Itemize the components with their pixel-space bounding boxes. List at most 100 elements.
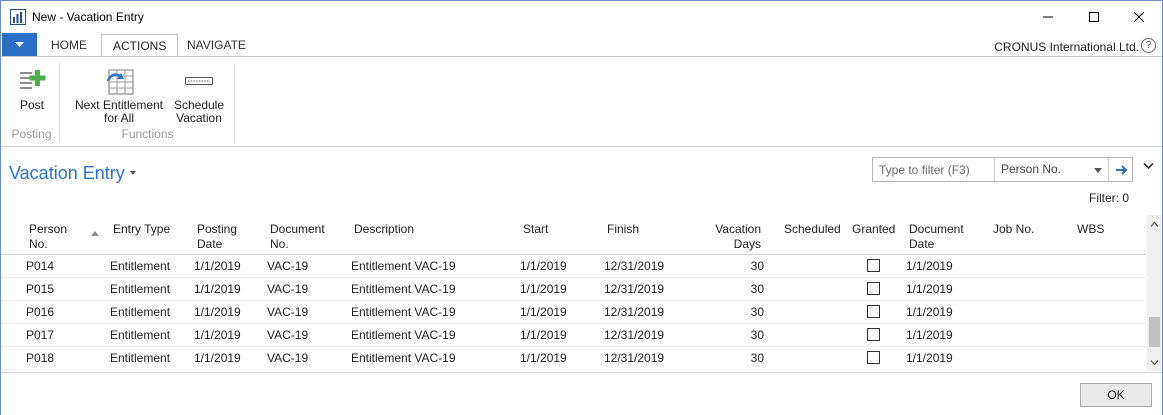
cell-posting-date: 1/1/2019 — [194, 328, 241, 342]
ribbon-tab-row: HOME ACTIONS NAVIGATE CRONUS Internation… — [1, 33, 1162, 57]
collapse-chevron-icon[interactable] — [1143, 162, 1154, 170]
cell-person-no: P014 — [26, 259, 55, 273]
dropdown-arrow-icon — [15, 41, 24, 47]
cell-entry-type: Entitlement — [110, 328, 171, 342]
cell-document-no: VAC-19 — [267, 259, 309, 273]
filter-field-select[interactable]: Person No. — [996, 158, 1109, 181]
col-header-finish[interactable]: Finish — [607, 222, 639, 237]
filter-field-value: Person No. — [1001, 162, 1062, 176]
cell-description: Entitlement VAC-19 — [351, 305, 456, 319]
granted-checkbox[interactable] — [867, 328, 880, 341]
maximize-button[interactable] — [1071, 1, 1117, 32]
cell-document-date: 1/1/2019 — [906, 282, 953, 296]
application-menu-button[interactable] — [2, 33, 37, 56]
sort-ascending-icon — [91, 231, 99, 236]
cell-document-no: VAC-19 — [267, 305, 309, 319]
filter-count: Filter: 0 — [1088, 191, 1129, 205]
col-header-vacation-days[interactable]: Vacation Days — [707, 222, 761, 252]
col-header-wbs[interactable]: WBS — [1077, 222, 1104, 237]
table-row[interactable]: P017 Entitlement 1/1/2019 VAC-19 Entitle… — [1, 324, 1146, 347]
cell-document-date: 1/1/2019 — [906, 351, 953, 365]
ribbon-group-functions: Next Entitlement for All Schedule Vacati… — [61, 63, 235, 143]
cell-entry-type: Entitlement — [110, 259, 171, 273]
post-icon — [20, 70, 46, 89]
ok-button[interactable]: OK — [1080, 383, 1152, 407]
scroll-up-icon[interactable] — [1147, 217, 1162, 232]
cell-start: 1/1/2019 — [520, 351, 567, 365]
window-title: New - Vacation Entry — [32, 10, 144, 24]
next-entitlement-button[interactable]: Next Entitlement for All — [67, 63, 171, 125]
cell-finish: 12/31/2019 — [604, 351, 665, 365]
cell-posting-date: 1/1/2019 — [194, 351, 241, 365]
page-title[interactable]: Vacation Entry — [9, 163, 125, 184]
granted-checkbox[interactable] — [867, 351, 880, 364]
cell-finish: 12/31/2019 — [604, 305, 665, 319]
col-header-description[interactable]: Description — [354, 222, 414, 237]
granted-checkbox[interactable] — [867, 305, 880, 318]
schedule-vacation-button[interactable]: Schedule Vacation — [171, 63, 227, 125]
granted-checkbox[interactable] — [867, 282, 880, 295]
cell-entry-type: Entitlement — [110, 351, 171, 365]
maximize-icon — [1089, 11, 1099, 22]
cell-vacation-days: 30 — [750, 328, 764, 342]
cell-document-date: 1/1/2019 — [906, 328, 953, 342]
next-entitlement-icon — [106, 69, 134, 95]
filter-input[interactable] — [873, 158, 995, 181]
apply-filter-button[interactable] — [1110, 158, 1133, 181]
tab-navigate[interactable]: NAVIGATE — [176, 34, 257, 57]
page-title-dropdown-icon[interactable] — [130, 171, 136, 175]
cell-document-no: VAC-19 — [267, 328, 309, 342]
cell-document-no: VAC-19 — [267, 282, 309, 296]
cell-document-date: 1/1/2019 — [906, 259, 953, 273]
cell-entry-type: Entitlement — [110, 282, 171, 296]
close-button[interactable] — [1116, 1, 1162, 32]
vacation-entry-grid: Person No. Entry Type Posting Date Docum… — [1, 215, 1146, 371]
cell-vacation-days: 30 — [750, 282, 764, 296]
grid-vertical-scrollbar[interactable] — [1147, 215, 1162, 371]
tab-home[interactable]: HOME — [40, 34, 98, 57]
cell-posting-date: 1/1/2019 — [194, 282, 241, 296]
minimize-icon — [1043, 16, 1053, 17]
cell-vacation-days: 30 — [750, 305, 764, 319]
chevron-down-icon — [1094, 168, 1102, 173]
help-button[interactable]: ? — [1141, 38, 1156, 53]
cell-start: 1/1/2019 — [520, 305, 567, 319]
col-header-granted[interactable]: Granted — [852, 222, 895, 237]
col-header-job-no[interactable]: Job No. — [993, 222, 1034, 237]
cell-start: 1/1/2019 — [520, 328, 567, 342]
col-header-document-date[interactable]: Document Date — [909, 222, 973, 252]
schedule-vacation-icon — [185, 77, 213, 85]
ribbon: Post Posting Next Entitlement for All Sc… — [1, 56, 1162, 147]
company-name: CRONUS International Ltd. — [994, 40, 1139, 54]
col-header-scheduled[interactable]: Scheduled — [784, 222, 841, 237]
cell-person-no: P015 — [26, 282, 55, 296]
scroll-down-icon[interactable] — [1147, 355, 1162, 370]
cell-finish: 12/31/2019 — [604, 282, 665, 296]
col-header-person-no[interactable]: Person No. — [29, 222, 89, 252]
cell-posting-date: 1/1/2019 — [194, 259, 241, 273]
schedule-vacation-label: Schedule Vacation — [173, 98, 225, 125]
table-row[interactable]: P014 Entitlement 1/1/2019 VAC-19 Entitle… — [1, 255, 1146, 278]
post-button[interactable]: Post — [8, 63, 56, 123]
cell-document-no: VAC-19 — [267, 351, 309, 365]
table-row[interactable]: P015 Entitlement 1/1/2019 VAC-19 Entitle… — [1, 278, 1146, 301]
table-row[interactable]: P018 Entitlement 1/1/2019 VAC-19 Entitle… — [1, 347, 1146, 370]
col-header-posting-date[interactable]: Posting Date — [197, 222, 249, 252]
minimize-button[interactable] — [1025, 1, 1071, 32]
cell-document-date: 1/1/2019 — [906, 305, 953, 319]
cell-finish: 12/31/2019 — [604, 328, 665, 342]
cell-description: Entitlement VAC-19 — [351, 259, 456, 273]
col-header-start[interactable]: Start — [523, 222, 548, 237]
tab-actions[interactable]: ACTIONS — [101, 34, 179, 57]
col-header-document-no[interactable]: Document No. — [270, 222, 332, 252]
scrollbar-thumb[interactable] — [1149, 317, 1160, 347]
cell-description: Entitlement VAC-19 — [351, 328, 456, 342]
granted-checkbox[interactable] — [867, 259, 880, 272]
table-row[interactable]: P016 Entitlement 1/1/2019 VAC-19 Entitle… — [1, 301, 1146, 324]
title-bar: New - Vacation Entry — [1, 1, 1162, 32]
col-header-entry-type[interactable]: Entry Type — [113, 222, 183, 237]
dialog-footer: OK — [1, 372, 1162, 415]
cell-entry-type: Entitlement — [110, 305, 171, 319]
posting-group-label: Posting — [11, 127, 52, 141]
filter-bar: Person No. — [872, 157, 1133, 182]
